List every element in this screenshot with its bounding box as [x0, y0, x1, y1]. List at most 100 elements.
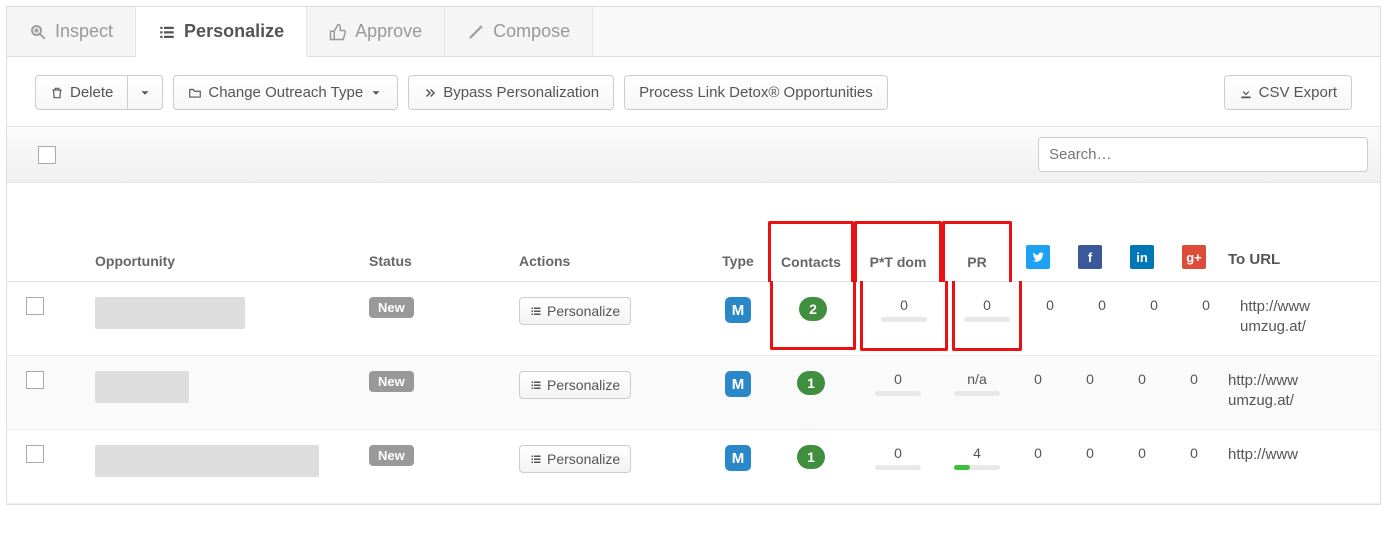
col-contacts[interactable]: Contacts — [768, 221, 854, 282]
type-badge: M — [725, 371, 751, 397]
tab-personalize[interactable]: Personalize — [136, 7, 307, 57]
status-badge: New — [369, 297, 414, 318]
facebook-icon: f — [1078, 245, 1102, 269]
list-icon — [530, 453, 542, 465]
delete-button[interactable]: Delete — [35, 75, 128, 110]
to-url[interactable]: http://www umzug.at/ — [1240, 297, 1310, 336]
button-label: Delete — [70, 84, 113, 101]
type-badge: M — [725, 445, 751, 471]
delete-dropdown-button[interactable] — [128, 75, 163, 110]
gplus-count: 0 — [1180, 297, 1232, 313]
twitter-count: 0 — [1012, 445, 1064, 461]
tab-compose[interactable]: Compose — [445, 7, 593, 56]
gplus-count: 0 — [1168, 371, 1220, 387]
select-all-checkbox[interactable] — [38, 146, 56, 164]
row-checkbox[interactable] — [26, 445, 44, 463]
button-label: Bypass Personalization — [443, 84, 599, 101]
pr-bar — [954, 391, 1000, 396]
personalize-button[interactable]: Personalize — [519, 371, 631, 399]
col-linkedin[interactable]: in — [1116, 245, 1168, 269]
tab-approve[interactable]: Approve — [307, 7, 445, 56]
list-icon — [530, 305, 542, 317]
twitter-count: 0 — [1012, 371, 1064, 387]
process-detox-button[interactable]: Process Link Detox® Opportunities — [624, 75, 888, 110]
pr-cell: 0 — [952, 281, 1022, 351]
pr-cell: 4 — [942, 445, 1012, 470]
ptdom-bar — [875, 391, 921, 396]
table-row: NewPersonalizeM2000000http://www umzug.a… — [7, 282, 1380, 356]
pr-value: 0 — [983, 297, 991, 313]
ptdom-cell: 0 — [854, 445, 942, 470]
table-row: NewPersonalizeM1040000http://www — [7, 430, 1380, 504]
twitter-icon — [1026, 245, 1050, 269]
personalize-button[interactable]: Personalize — [519, 445, 631, 473]
col-ptdom[interactable]: P*T dom — [854, 221, 942, 282]
pr-bar — [964, 317, 1010, 322]
status-badge: New — [369, 445, 414, 466]
contacts-cell: 2 — [770, 281, 856, 350]
contacts-badge: 1 — [797, 445, 825, 469]
folder-icon — [188, 86, 202, 100]
col-status[interactable]: Status — [363, 253, 513, 269]
tab-label: Compose — [493, 21, 570, 42]
col-to-url[interactable]: To URL — [1220, 250, 1380, 270]
caret-down-icon — [138, 86, 152, 100]
search-input[interactable] — [1038, 137, 1368, 172]
personalize-button[interactable]: Personalize — [519, 297, 631, 325]
download-icon — [1239, 86, 1253, 100]
change-outreach-button[interactable]: Change Outreach Type — [173, 75, 398, 110]
col-twitter[interactable] — [1012, 245, 1064, 269]
ptdom-cell: 0 — [854, 371, 942, 396]
contacts-cell: 1 — [768, 445, 854, 469]
button-label: Process Link Detox® Opportunities — [639, 84, 873, 101]
opportunity-cell[interactable] — [63, 371, 363, 403]
contacts-badge: 1 — [797, 371, 825, 395]
toolbar: Delete Change Outreach Type Bypass Perso… — [7, 57, 1380, 126]
opportunity-cell[interactable] — [63, 297, 363, 329]
linkedin-count: 0 — [1128, 297, 1180, 313]
thumbs-up-icon — [329, 23, 347, 41]
select-all-cell — [19, 146, 75, 164]
type-badge: M — [725, 297, 751, 323]
table-utility-row — [7, 126, 1380, 183]
ptdom-value: 0 — [900, 297, 908, 313]
tab-label: Personalize — [184, 21, 284, 42]
status-badge: New — [369, 371, 414, 392]
list-icon — [530, 379, 542, 391]
contacts-badge: 2 — [799, 297, 827, 321]
opportunity-thumb — [95, 297, 245, 329]
pr-cell: n/a — [942, 371, 1012, 396]
column-headers: Opportunity Status Actions Type Contacts… — [7, 183, 1380, 282]
opportunity-thumb — [95, 371, 189, 403]
opportunity-thumb — [95, 445, 319, 477]
gplus-count: 0 — [1168, 445, 1220, 461]
col-pr[interactable]: PR — [942, 221, 1012, 282]
twitter-count: 0 — [1024, 297, 1076, 313]
col-gplus[interactable]: g+ — [1168, 245, 1220, 269]
facebook-count: 0 — [1076, 297, 1128, 313]
ptdom-bar — [875, 465, 921, 470]
pr-bar — [954, 465, 1000, 470]
col-facebook[interactable]: f — [1064, 245, 1116, 269]
ptdom-value: 0 — [894, 445, 902, 461]
col-actions[interactable]: Actions — [513, 253, 708, 269]
facebook-count: 0 — [1064, 371, 1116, 387]
csv-export-button[interactable]: CSV Export — [1224, 75, 1352, 110]
bypass-button[interactable]: Bypass Personalization — [408, 75, 614, 110]
ptdom-value: 0 — [894, 371, 902, 387]
tab-label: Approve — [355, 21, 422, 42]
pr-value: n/a — [967, 371, 986, 387]
gplus-icon: g+ — [1182, 245, 1206, 269]
linkedin-icon: in — [1130, 245, 1154, 269]
to-url[interactable]: http://www umzug.at/ — [1228, 371, 1298, 410]
to-url[interactable]: http://www — [1228, 445, 1298, 465]
col-opportunity[interactable]: Opportunity — [63, 253, 363, 269]
list-icon — [158, 23, 176, 41]
tab-inspect[interactable]: Inspect — [7, 7, 136, 56]
row-checkbox[interactable] — [26, 371, 44, 389]
opportunity-cell[interactable] — [63, 445, 363, 477]
col-type[interactable]: Type — [708, 253, 768, 269]
table-row: NewPersonalizeM10n/a0000http://www umzug… — [7, 356, 1380, 430]
row-checkbox[interactable] — [26, 297, 44, 315]
ptdom-bar — [881, 317, 927, 322]
